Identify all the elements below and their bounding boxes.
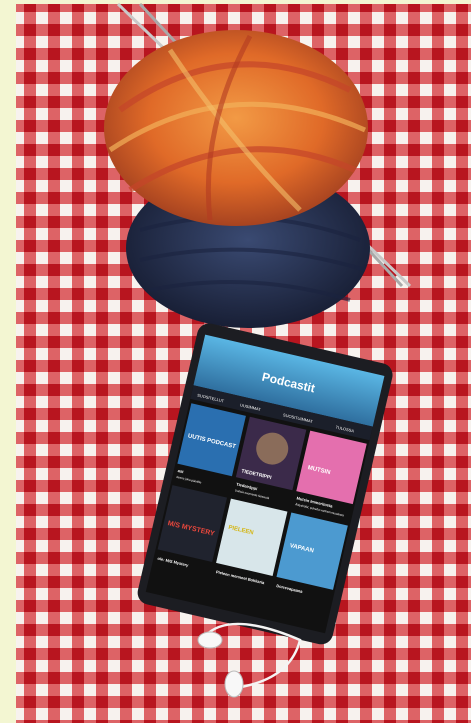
orange-yarn-ball xyxy=(104,30,368,226)
photo: Podcastit SUOSITELLUT UUSIMMAT SUOSITUIM… xyxy=(0,0,471,723)
